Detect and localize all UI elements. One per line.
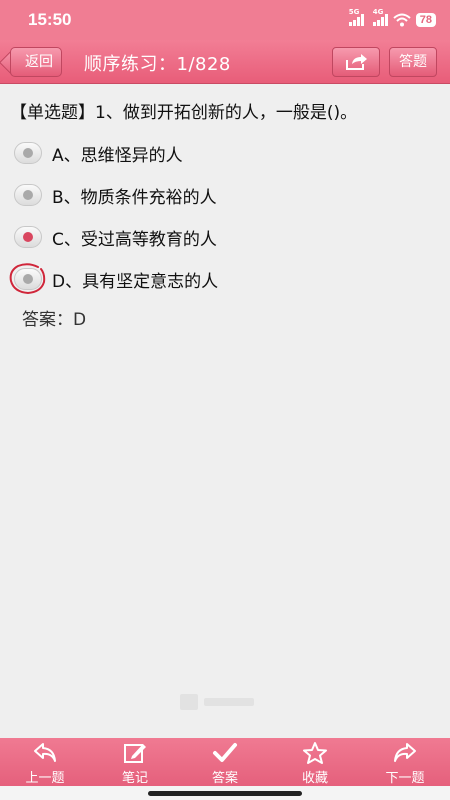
signal-4g-icon: 4G	[372, 8, 388, 26]
radio-dot	[23, 190, 33, 200]
notes-button[interactable]: 笔记	[90, 738, 180, 786]
answer-sheet-button[interactable]: 答题	[389, 47, 437, 77]
status-time: 15:50	[28, 10, 72, 29]
radio-button[interactable]	[14, 142, 42, 164]
nav-label: 笔记	[121, 771, 148, 786]
radio-button-selected[interactable]	[14, 226, 42, 248]
option-label: B、物质条件充裕的人	[52, 187, 217, 208]
nav-label: 收藏	[301, 771, 328, 786]
bottom-navigation: 上一题 笔记 答案 收藏 下一题	[0, 738, 450, 786]
option-label: A、思维怪异的人	[52, 145, 183, 166]
option-label: D、具有坚定意志的人	[52, 271, 219, 292]
question-text: 【单选题】1、做到开拓创新的人，一般是()。	[10, 103, 358, 123]
option-c[interactable]: C、受过高等教育的人	[14, 222, 217, 252]
battery-indicator: 78	[415, 13, 436, 27]
share-button[interactable]	[332, 47, 380, 77]
answer-text: 答案：D	[22, 310, 87, 330]
option-b[interactable]: B、物质条件充裕的人	[14, 180, 217, 210]
checkmark-icon	[213, 743, 237, 762]
wifi-icon	[393, 13, 411, 27]
nav-label: 答案	[211, 771, 238, 786]
radio-button[interactable]	[14, 184, 42, 206]
prev-question-button[interactable]: 上一题	[0, 738, 90, 786]
status-bar: 15:50 5G 4G 78	[0, 0, 450, 40]
arrow-left-icon	[34, 743, 56, 762]
next-question-button[interactable]: 下一题	[360, 738, 450, 786]
header-bar: 返回 顺序练习：1/828 答题	[0, 40, 450, 84]
radio-dot	[23, 232, 33, 242]
option-label: C、受过高等教育的人	[52, 229, 217, 250]
share-icon	[346, 54, 367, 70]
signal-5g-icon: 5G	[348, 8, 364, 26]
home-indicator[interactable]	[148, 791, 302, 796]
status-icons: 5G 4G 78	[348, 8, 436, 27]
network-label-5g: 5G	[348, 8, 360, 16]
show-answer-button[interactable]: 答案	[180, 738, 270, 786]
arrow-right-icon	[394, 743, 416, 762]
correct-answer-circle-icon	[9, 263, 46, 295]
radio-dot	[23, 148, 33, 158]
watermark-logo	[180, 690, 270, 714]
nav-label: 上一题	[25, 771, 65, 786]
page-title: 顺序练习：1/828	[84, 54, 231, 75]
network-label-4g: 4G	[372, 8, 384, 16]
favorite-button[interactable]: 收藏	[270, 738, 360, 786]
option-a[interactable]: A、思维怪异的人	[14, 138, 183, 168]
back-button[interactable]: 返回	[10, 47, 62, 77]
nav-label: 下一题	[385, 771, 425, 786]
star-icon	[303, 742, 327, 764]
edit-icon	[124, 744, 146, 763]
